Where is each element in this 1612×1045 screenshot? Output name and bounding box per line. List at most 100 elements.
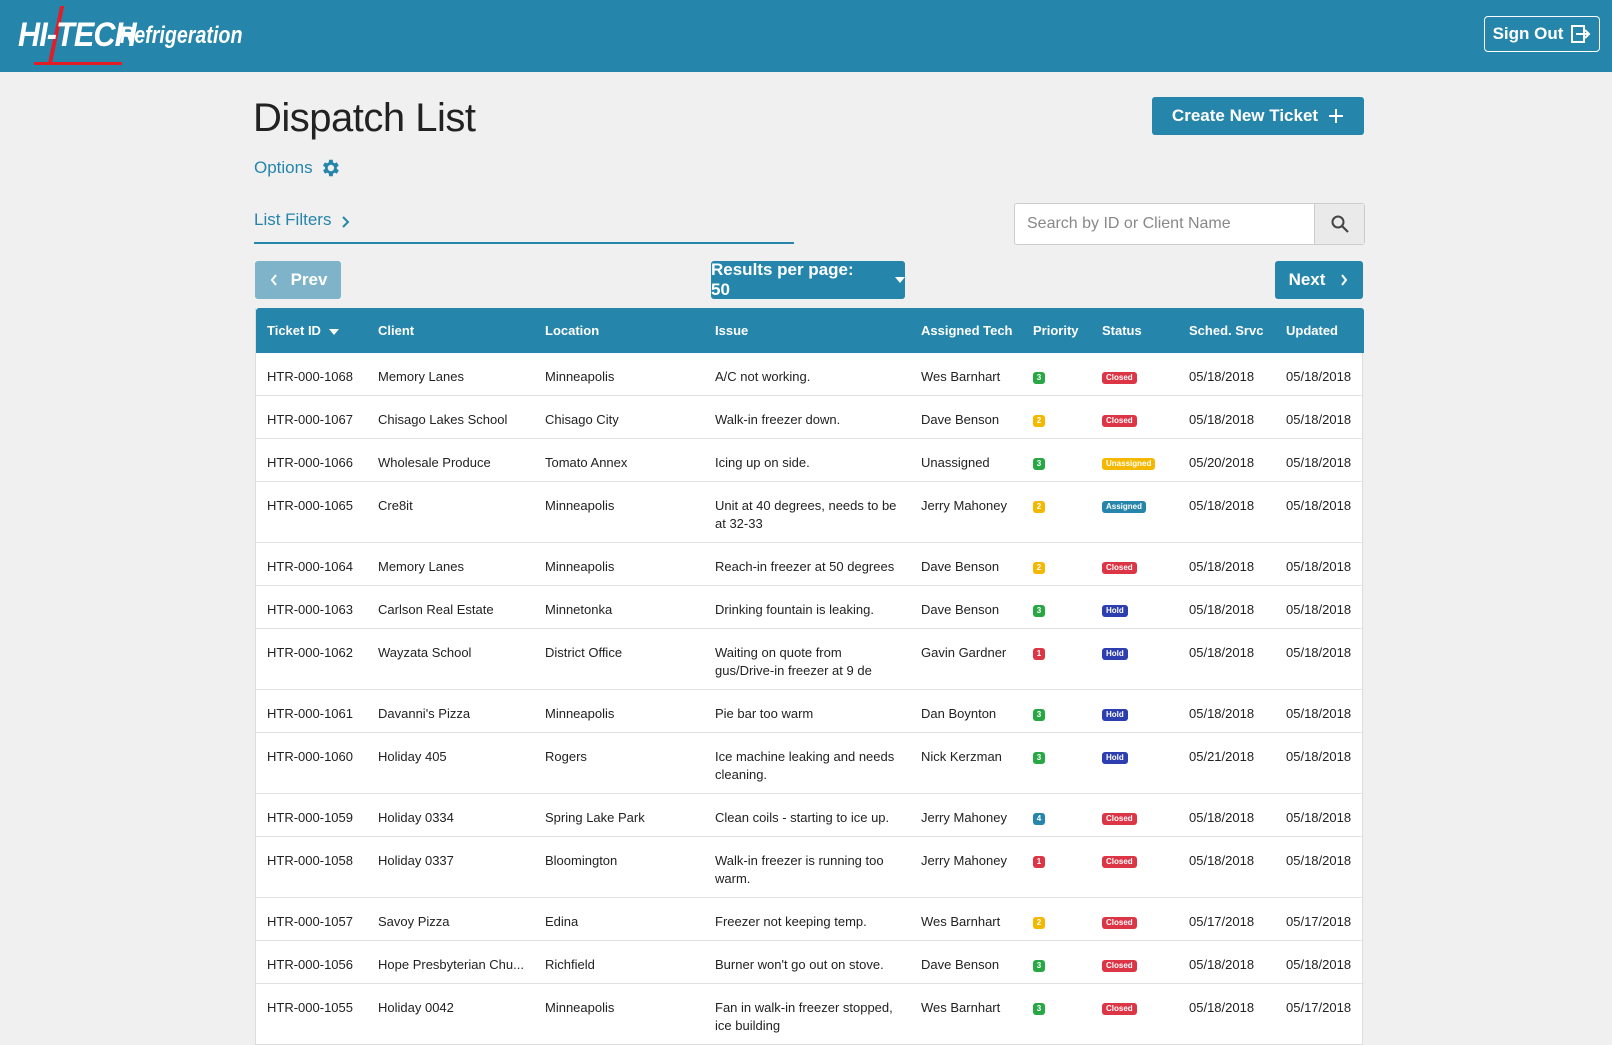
- cell-updated: 05/18/2018: [1275, 542, 1364, 586]
- priority-badge: 3: [1033, 751, 1045, 764]
- sign-out-label: Sign Out: [1492, 24, 1564, 43]
- table-row[interactable]: HTR-000-1067 Chisago Lakes School Chisago …: [256, 395, 1364, 439]
- options-link[interactable]: Options: [254, 157, 341, 179]
- cell-priority: 3: [1022, 689, 1091, 733]
- table-row[interactable]: HTR-000-1059 Holiday 0334 Spring Lake Park…: [256, 793, 1364, 837]
- cell-sched-srvc: 05/18/2018: [1178, 628, 1275, 690]
- create-ticket-label: Create New Ticket: [1171, 106, 1319, 125]
- cell-ticket-id: HTR-000-1058: [256, 836, 367, 898]
- chevron-right-icon: [342, 216, 350, 228]
- dispatch-table: Ticket ID Client Location Issue Assigned…: [255, 308, 1364, 1045]
- cell-ticket-id: HTR-000-1067: [256, 395, 367, 439]
- cell-status: Hold: [1091, 628, 1178, 690]
- search-input[interactable]: [1015, 204, 1314, 244]
- cell-ticket-id: HTR-000-1057: [256, 897, 367, 941]
- company-logo[interactable]: HI-TECH Refrigeration: [16, 6, 256, 66]
- column-header-assigned-tech[interactable]: Assigned Tech: [910, 308, 1022, 353]
- cell-location: Richfield: [534, 940, 704, 984]
- cell-location: Edina: [534, 897, 704, 941]
- options-label: Options: [254, 158, 313, 177]
- cell-client: Carlson Real Estate: [367, 585, 534, 629]
- cell-status: Unassigned: [1091, 438, 1178, 482]
- cell-status: Closed: [1091, 793, 1178, 837]
- status-badge: Closed: [1102, 855, 1137, 868]
- column-header-updated[interactable]: Updated: [1275, 308, 1364, 353]
- status-badge: Closed: [1102, 371, 1137, 384]
- status-badge: Closed: [1102, 959, 1137, 972]
- column-header-sched-srvc[interactable]: Sched. Srvc: [1178, 308, 1275, 353]
- table-header-row: Ticket ID Client Location Issue Assigned…: [256, 308, 1364, 353]
- sign-out-icon: [1571, 25, 1591, 43]
- cell-location: District Office: [534, 628, 704, 690]
- table-row[interactable]: HTR-000-1061 Davanni's Pizza Minneapolis Pi…: [256, 689, 1364, 733]
- table-row[interactable]: HTR-000-1055 Holiday 0042 Minneapolis Fan i…: [256, 983, 1364, 1044]
- sort-caret-icon: [328, 328, 339, 335]
- cell-sched-srvc: 05/17/2018: [1178, 897, 1275, 941]
- table-row[interactable]: HTR-000-1066 Wholesale Produce Tomato Anne…: [256, 438, 1364, 482]
- cell-sched-srvc: 05/18/2018: [1178, 983, 1275, 1044]
- next-page-button[interactable]: Next: [1275, 261, 1363, 299]
- search-button[interactable]: [1314, 204, 1364, 244]
- top-navbar: HI-TECH Refrigeration Sign Out: [0, 0, 1612, 72]
- cell-sched-srvc: 05/18/2018: [1178, 689, 1275, 733]
- table-row[interactable]: HTR-000-1058 Holiday 0337 Bloomington Walk-…: [256, 836, 1364, 898]
- next-label: Next: [1288, 270, 1326, 289]
- cell-client: Chisago Lakes School: [367, 395, 534, 439]
- cell-assigned-tech: Wes Barnhart: [921, 369, 1001, 384]
- cell-issue: Clean coils - starting to ice up.: [704, 793, 910, 837]
- cell-ticket-id: HTR-000-1055: [256, 983, 367, 1044]
- results-per-page-dropdown[interactable]: Results per page: 50: [711, 260, 905, 299]
- cell-sched-srvc: 05/20/2018: [1178, 438, 1275, 482]
- cell-priority: 2: [1022, 395, 1091, 439]
- column-header-issue[interactable]: Issue: [704, 308, 910, 353]
- column-header-status[interactable]: Status: [1091, 308, 1178, 353]
- table-row[interactable]: HTR-000-1065 Cre8it Minneapolis Unit at 40 …: [256, 481, 1364, 543]
- cell-updated: 05/18/2018: [1275, 438, 1364, 482]
- cell-location: Tomato Annex: [534, 438, 704, 482]
- cell-ticket-id: HTR-000-1066: [256, 438, 367, 482]
- cell-assigned-tech: Dave Benson: [910, 585, 1022, 629]
- cell-issue: Walk-in freezer down.: [704, 395, 910, 439]
- cell-issue: Drinking fountain is leaking.: [704, 585, 910, 629]
- cell-status: Hold: [1091, 732, 1178, 794]
- cell-ticket-id: HTR-000-1056: [256, 940, 367, 984]
- column-header-location[interactable]: Location: [534, 308, 704, 353]
- cell-issue: Freezer not keeping temp.: [704, 897, 910, 941]
- table-row[interactable]: HTR-000-1057 Savoy Pizza Edina Freezer not …: [256, 897, 1364, 941]
- table-row[interactable]: HTR-000-1056 Hope Presbyterian Chu... Rich…: [256, 940, 1364, 984]
- cell-client: Wholesale Produce: [367, 438, 534, 482]
- cell-status: Closed: [1091, 353, 1178, 396]
- column-header-ticket-id[interactable]: Ticket ID: [256, 308, 367, 353]
- cell-location: Minneapolis: [534, 983, 704, 1044]
- list-filters-toggle[interactable]: List Filters: [254, 210, 794, 244]
- table-row[interactable]: HTR-000-1064 Memory Lanes Minneapolis Reach…: [256, 542, 1364, 586]
- sign-out-button[interactable]: Sign Out: [1484, 16, 1600, 52]
- cell-issue: Waiting on quote from gus/Drive-in freez…: [704, 628, 910, 690]
- table-row[interactable]: HTR-000-1063 Carlson Real Estate Minnetonk…: [256, 585, 1364, 629]
- cell-location: Rogers: [534, 732, 704, 794]
- cell-ticket-id: HTR-000-1059: [256, 793, 367, 837]
- cell-client: Hope Presbyterian Chu...: [367, 940, 534, 984]
- prev-page-button[interactable]: Prev: [255, 261, 341, 299]
- cell-priority: 1: [1022, 836, 1091, 898]
- cell-assigned-tech: Wes Barnhart: [910, 983, 1022, 1044]
- column-header-client[interactable]: Client: [367, 308, 534, 353]
- status-badge: Assigned: [1102, 500, 1147, 513]
- cell-status: Closed: [1091, 897, 1178, 941]
- cell-priority: 3: [1022, 585, 1091, 629]
- cell-sched-srvc: 05/18/2018: [1178, 481, 1275, 543]
- column-header-priority[interactable]: Priority: [1022, 308, 1091, 353]
- table-row[interactable]: HTR-000-1062 Wayzata School District Offic…: [256, 628, 1364, 690]
- table-row[interactable]: HTR-000-1068 Memory Lanes Minneapolis A/C n…: [256, 353, 1364, 396]
- cell-sched-srvc: 05/18/2018: [1189, 369, 1255, 384]
- cell-issue: Ice machine leaking and needs cleaning.: [704, 732, 910, 794]
- table-row[interactable]: HTR-000-1060 Holiday 405 Rogers Ice machine…: [256, 732, 1364, 794]
- cell-location: Minnetonka: [534, 585, 704, 629]
- cell-ticket-id: HTR-000-1063: [256, 585, 367, 629]
- logo-red-underline: [34, 62, 122, 65]
- create-new-ticket-button[interactable]: Create New Ticket: [1152, 97, 1364, 135]
- cell-status: Closed: [1091, 395, 1178, 439]
- priority-badge: 3: [1033, 457, 1045, 470]
- cell-ticket-id: HTR-000-1060: [256, 732, 367, 794]
- prev-label: Prev: [290, 270, 328, 289]
